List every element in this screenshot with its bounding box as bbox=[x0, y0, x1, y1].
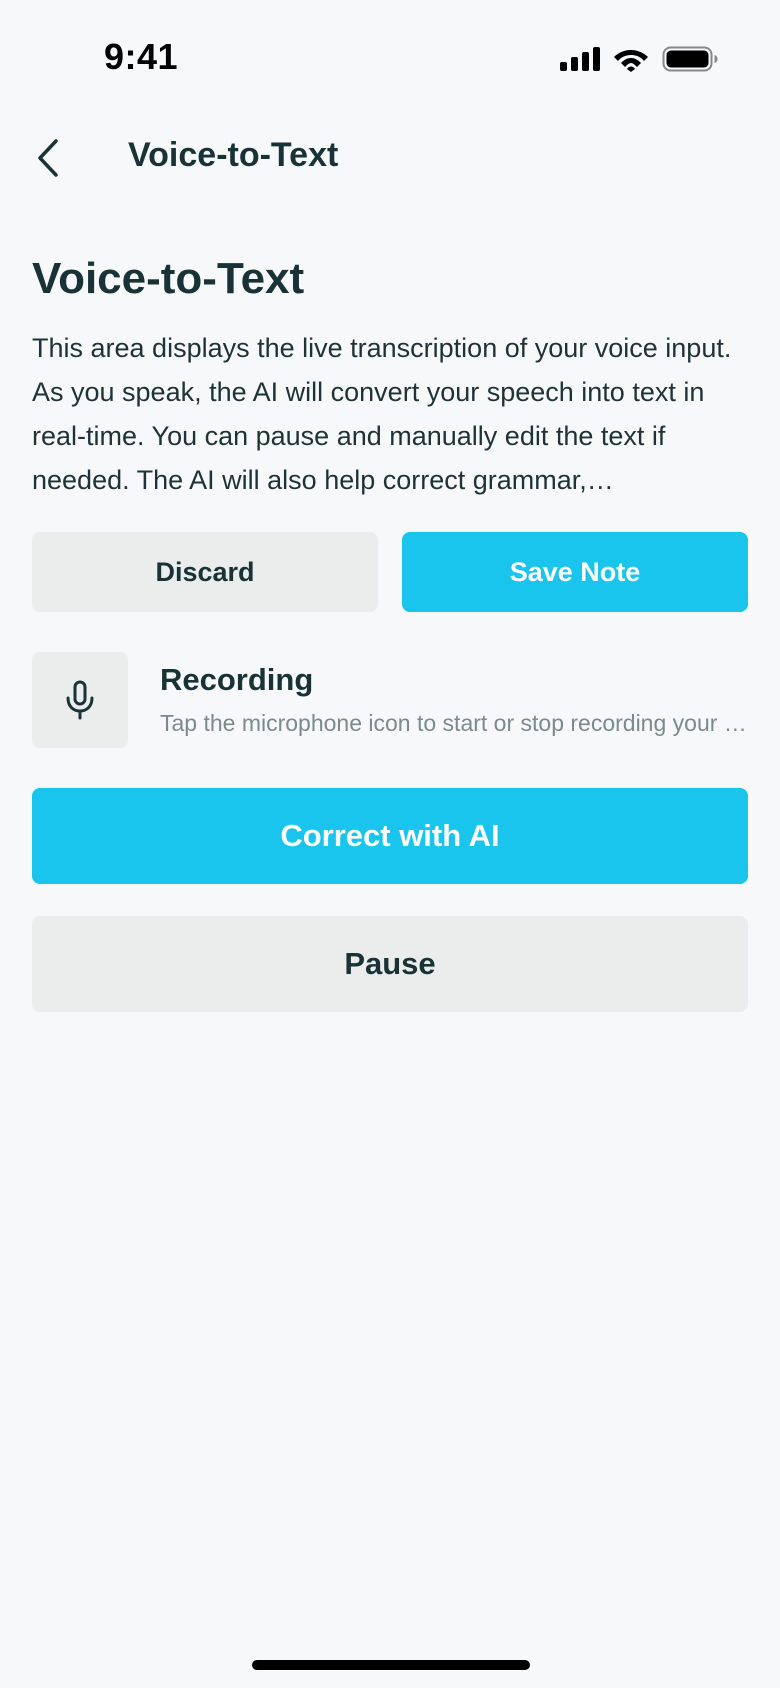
battery-icon bbox=[662, 46, 718, 72]
microphone-button[interactable] bbox=[32, 652, 128, 748]
transcription-text[interactable]: This area displays the live transcriptio… bbox=[32, 326, 752, 502]
back-button[interactable] bbox=[22, 132, 74, 184]
nav-title: Voice-to-Text bbox=[128, 136, 339, 174]
cellular-signal-icon bbox=[560, 47, 600, 71]
page-title: Voice-to-Text bbox=[32, 254, 305, 303]
pause-button[interactable]: Pause bbox=[32, 916, 748, 1012]
recording-subtitle: Tap the microphone icon to start or stop… bbox=[160, 710, 748, 736]
wifi-icon bbox=[614, 49, 648, 72]
recording-title: Recording bbox=[160, 662, 314, 697]
home-indicator[interactable] bbox=[252, 1660, 530, 1670]
status-time: 9:41 bbox=[104, 36, 179, 77]
save-note-button[interactable]: Save Note bbox=[402, 532, 748, 612]
navigation-bar: Voice-to-Text bbox=[0, 118, 780, 198]
microphone-icon bbox=[66, 680, 94, 720]
discard-button[interactable]: Discard bbox=[32, 532, 378, 612]
correct-with-ai-button[interactable]: Correct with AI bbox=[32, 788, 748, 884]
recording-row: Recording Tap the microphone icon to sta… bbox=[32, 652, 748, 748]
status-bar: 9:41 bbox=[0, 0, 780, 118]
status-icons bbox=[560, 44, 718, 74]
chevron-left-icon bbox=[38, 139, 58, 177]
